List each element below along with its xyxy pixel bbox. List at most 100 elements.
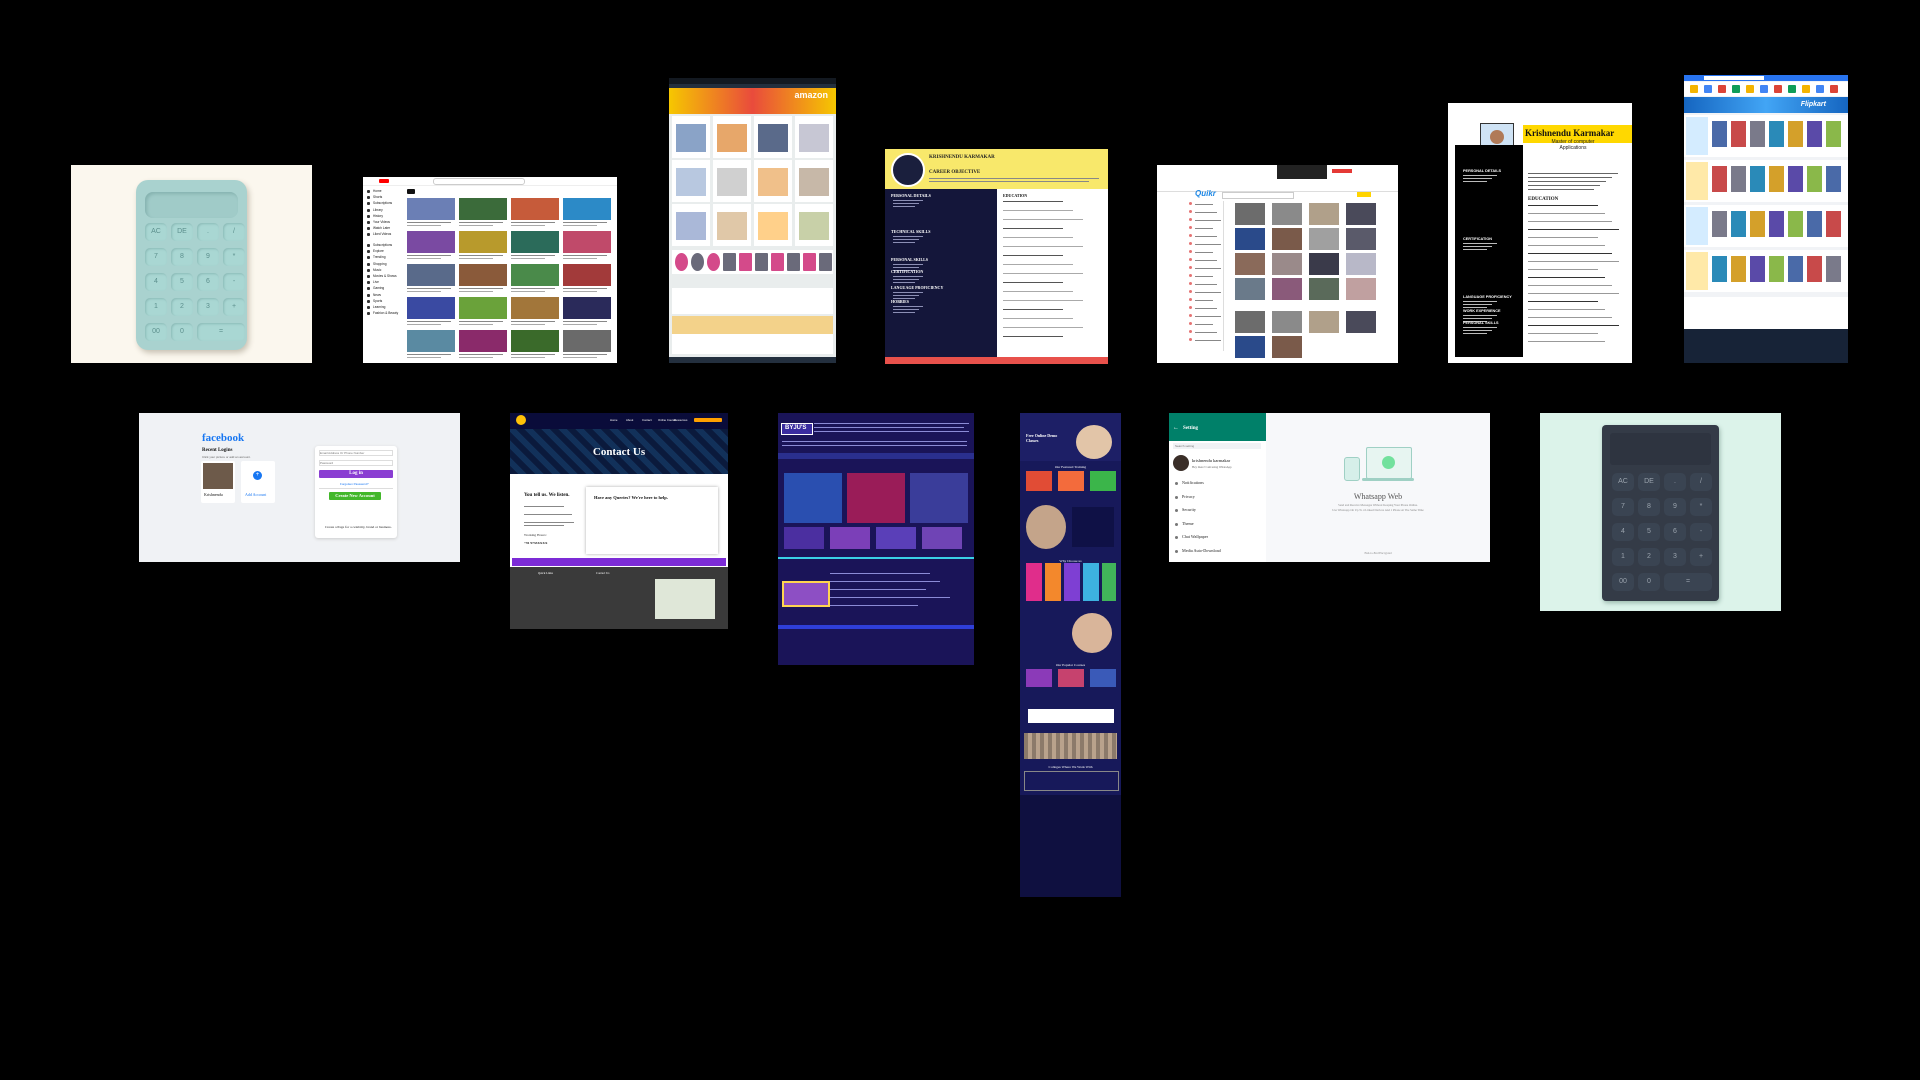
nav-link[interactable]: Resources <box>674 418 687 422</box>
card-whatsapp-web[interactable]: ← Setting krishnendu karmakar Hey there!… <box>1169 413 1490 562</box>
listing-card[interactable] <box>1235 336 1265 358</box>
card-calculator-dark[interactable]: AC DE./7 8 9 * 4 5 6-1 2 3 +00 0 = <box>1540 413 1781 611</box>
product-thumbnail[interactable] <box>1712 211 1727 237</box>
category-icon[interactable] <box>1746 85 1754 93</box>
create-account-button[interactable]: Create New Account <box>329 492 381 500</box>
product-thumbnail[interactable] <box>1826 121 1841 147</box>
product-card[interactable] <box>795 116 833 158</box>
product-thumbnail[interactable] <box>1731 121 1746 147</box>
calculator-key[interactable]: 8 <box>171 248 193 266</box>
product-thumbnail[interactable] <box>1788 211 1803 237</box>
row-promo-tile[interactable] <box>1686 252 1708 290</box>
listing-card[interactable] <box>1309 203 1339 225</box>
listing-card[interactable] <box>1272 228 1302 250</box>
calculator-key[interactable]: + <box>1690 548 1712 566</box>
listing-card[interactable] <box>1235 228 1265 250</box>
calculator-key[interactable]: DE <box>1638 473 1660 491</box>
listing-card[interactable] <box>1346 228 1376 250</box>
listing-card[interactable] <box>1346 311 1376 333</box>
product-card[interactable] <box>672 204 710 246</box>
category-item[interactable] <box>1189 281 1221 287</box>
product-thumbnail[interactable] <box>1807 256 1822 282</box>
listing-card[interactable] <box>1235 203 1265 225</box>
category-item[interactable] <box>1189 273 1221 279</box>
deal-thumbnail[interactable] <box>723 253 736 271</box>
listing-card[interactable] <box>1272 336 1302 358</box>
forgot-password-link[interactable]: Forgotten Password? <box>340 482 369 486</box>
nav-link[interactable]: About <box>626 418 633 422</box>
category-item[interactable] <box>1189 209 1221 215</box>
deal-thumbnail[interactable] <box>755 253 768 271</box>
sidebar-item[interactable]: Trending <box>367 255 403 261</box>
search-input[interactable] <box>1222 192 1294 199</box>
video-card[interactable] <box>459 330 507 360</box>
video-card[interactable] <box>563 198 611 228</box>
calculator-key[interactable]: 0 <box>171 323 193 341</box>
listing-card[interactable] <box>1235 278 1265 300</box>
login-button[interactable]: Log in <box>319 470 393 478</box>
video-card[interactable] <box>459 297 507 327</box>
deal-thumbnail[interactable] <box>819 253 832 271</box>
category-icon[interactable] <box>1802 85 1810 93</box>
product-thumbnail[interactable] <box>1750 121 1765 147</box>
listing-card[interactable] <box>1272 278 1302 300</box>
product-thumbnail[interactable] <box>1788 121 1803 147</box>
video-card[interactable] <box>511 297 559 327</box>
listing-card[interactable] <box>1346 278 1376 300</box>
product-thumbnail[interactable] <box>1769 256 1784 282</box>
calculator-key[interactable]: 1 <box>145 298 167 316</box>
product-card[interactable] <box>713 116 751 158</box>
sidebar-item[interactable]: Shorts <box>367 195 403 201</box>
back-arrow-icon[interactable]: ← <box>1173 425 1179 431</box>
video-card[interactable] <box>511 198 559 228</box>
settings-menu-item[interactable]: Notifications <box>1175 479 1261 489</box>
product-card[interactable] <box>713 160 751 202</box>
deal-thumbnail[interactable] <box>691 253 704 271</box>
calculator-key[interactable]: * <box>1690 498 1712 516</box>
product-thumbnail[interactable] <box>1807 211 1822 237</box>
category-icon[interactable] <box>1760 85 1768 93</box>
product-card[interactable] <box>795 204 833 246</box>
deal-thumbnail[interactable] <box>771 253 784 271</box>
category-icon[interactable] <box>1774 85 1782 93</box>
product-thumbnail[interactable] <box>1826 256 1841 282</box>
product-thumbnail[interactable] <box>1788 256 1803 282</box>
sidebar-item[interactable]: Liked Videos <box>367 232 403 238</box>
add-account-card[interactable]: + Add Account <box>241 461 275 503</box>
category-item[interactable] <box>1189 297 1221 303</box>
category-item[interactable] <box>1189 329 1221 335</box>
calculator-key[interactable]: . <box>1664 473 1686 491</box>
listing-card[interactable] <box>1309 278 1339 300</box>
listing-card[interactable] <box>1272 203 1302 225</box>
calculator-key[interactable]: / <box>1690 473 1712 491</box>
nav-link[interactable]: Contact <box>642 418 652 422</box>
category-item[interactable] <box>1189 313 1221 319</box>
category-icon[interactable] <box>1704 85 1712 93</box>
deal-thumbnail[interactable] <box>707 253 720 271</box>
product-thumbnail[interactable] <box>1731 256 1746 282</box>
card-calculator-light[interactable]: AC DE./7 8 9 * 4 5 6-1 2 3 +00 0 = <box>71 165 312 363</box>
sidebar-item[interactable]: Explore <box>367 249 403 255</box>
listing-card[interactable] <box>1235 253 1265 275</box>
sidebar-item[interactable]: Library <box>367 208 403 214</box>
product-thumbnail[interactable] <box>1826 166 1841 192</box>
password-field[interactable] <box>319 460 393 466</box>
category-item[interactable] <box>1189 305 1221 311</box>
calculator-key[interactable]: 6 <box>1664 523 1686 541</box>
sidebar-item[interactable]: Movies & Shows <box>367 274 403 280</box>
row-promo-tile[interactable] <box>1686 162 1708 200</box>
product-card[interactable] <box>754 204 792 246</box>
listing-card[interactable] <box>1272 253 1302 275</box>
settings-menu-item[interactable]: Media Auto-Download <box>1175 547 1261 557</box>
calculator-key[interactable]: . <box>197 223 219 241</box>
deal-thumbnail[interactable] <box>675 253 688 271</box>
card-resume-dark[interactable]: KRISHNENDU KARMAKAR CAREER OBJECTIVE PER… <box>885 149 1108 364</box>
video-card[interactable] <box>563 330 611 360</box>
sidebar-item[interactable]: Watch Later <box>367 226 403 232</box>
calculator-key[interactable]: 8 <box>1638 498 1660 516</box>
card-training-site[interactable]: Free Online Demo Classes Our Featured Tr… <box>1020 413 1121 897</box>
row-promo-tile[interactable] <box>1686 117 1708 155</box>
category-icon[interactable] <box>1788 85 1796 93</box>
product-thumbnail[interactable] <box>1826 211 1841 237</box>
calculator-key[interactable]: 7 <box>145 248 167 266</box>
